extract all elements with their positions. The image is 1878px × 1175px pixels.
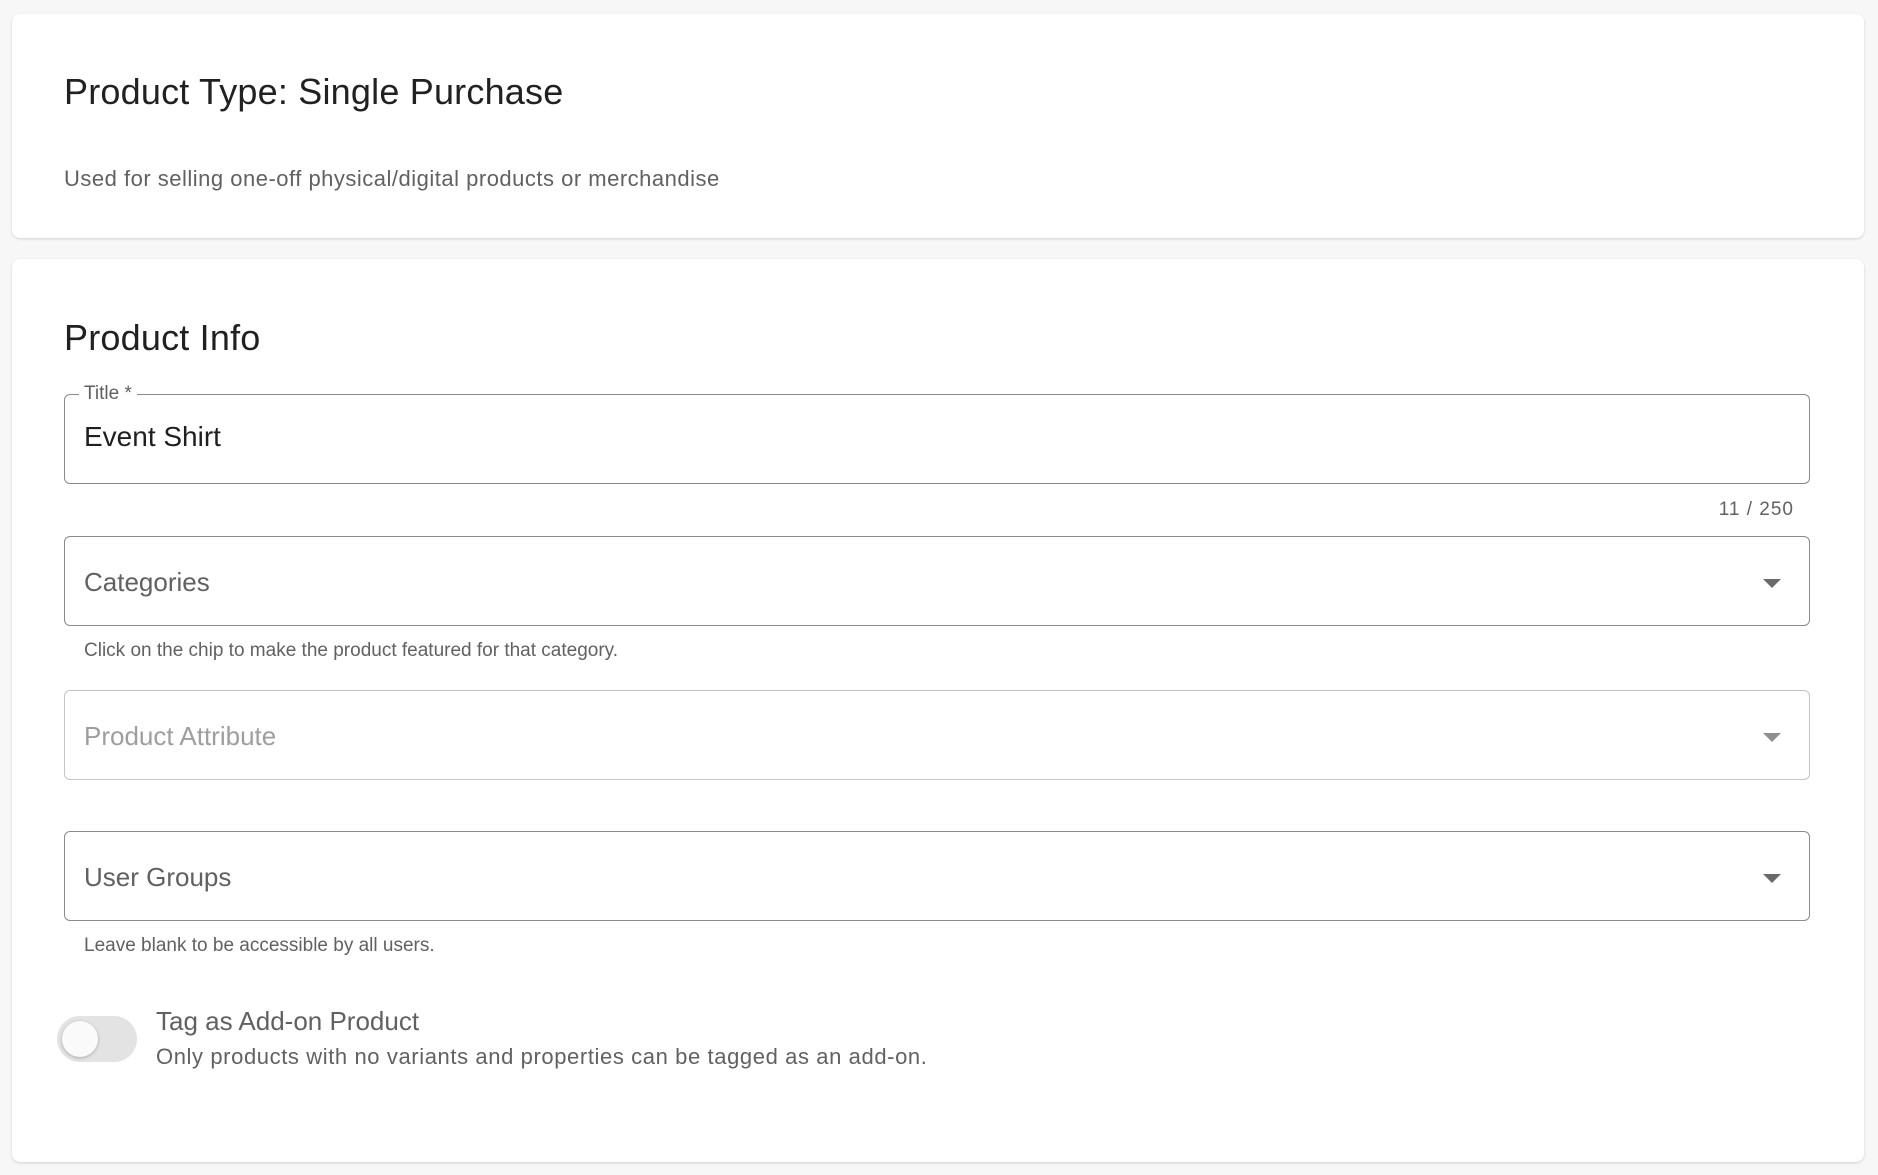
product-attribute-select[interactable]: Product Attribute	[64, 690, 1810, 780]
caret-down-icon[interactable]	[1763, 733, 1781, 742]
title-field-value[interactable]: Event Shirt	[84, 421, 221, 453]
title-character-counter: 11 / 250	[1718, 499, 1794, 520]
categories-select[interactable]: Categories	[64, 536, 1810, 626]
addon-toggle-description: Only products with no variants and prope…	[156, 1044, 928, 1069]
categories-hint: Click on the chip to make the product fe…	[84, 640, 619, 661]
user-groups-placeholder: User Groups	[84, 862, 232, 892]
caret-down-icon[interactable]	[1763, 579, 1781, 588]
title-field-label: Title *	[79, 383, 137, 405]
product-info-card: Product Info Title * Event Shirt 11 / 25…	[12, 259, 1864, 1162]
addon-toggle-label: Tag as Add-on Product	[156, 1006, 420, 1036]
user-groups-hint: Leave blank to be accessible by all user…	[84, 935, 435, 956]
toggle-knob[interactable]	[62, 1021, 98, 1057]
product-attribute-placeholder: Product Attribute	[84, 721, 277, 751]
user-groups-select[interactable]: User Groups	[64, 831, 1810, 921]
title-input[interactable]: Title * Event Shirt	[64, 383, 1810, 484]
categories-placeholder: Categories	[84, 567, 210, 597]
product-type-description: Used for selling one-off physical/digita…	[64, 166, 720, 191]
addon-product-toggle[interactable]	[57, 1016, 137, 1062]
product-type-title: Product Type: Single Purchase	[64, 71, 564, 112]
product-info-title: Product Info	[64, 317, 261, 358]
caret-down-icon[interactable]	[1763, 874, 1781, 883]
product-type-card: Product Type: Single Purchase Used for s…	[12, 14, 1864, 238]
